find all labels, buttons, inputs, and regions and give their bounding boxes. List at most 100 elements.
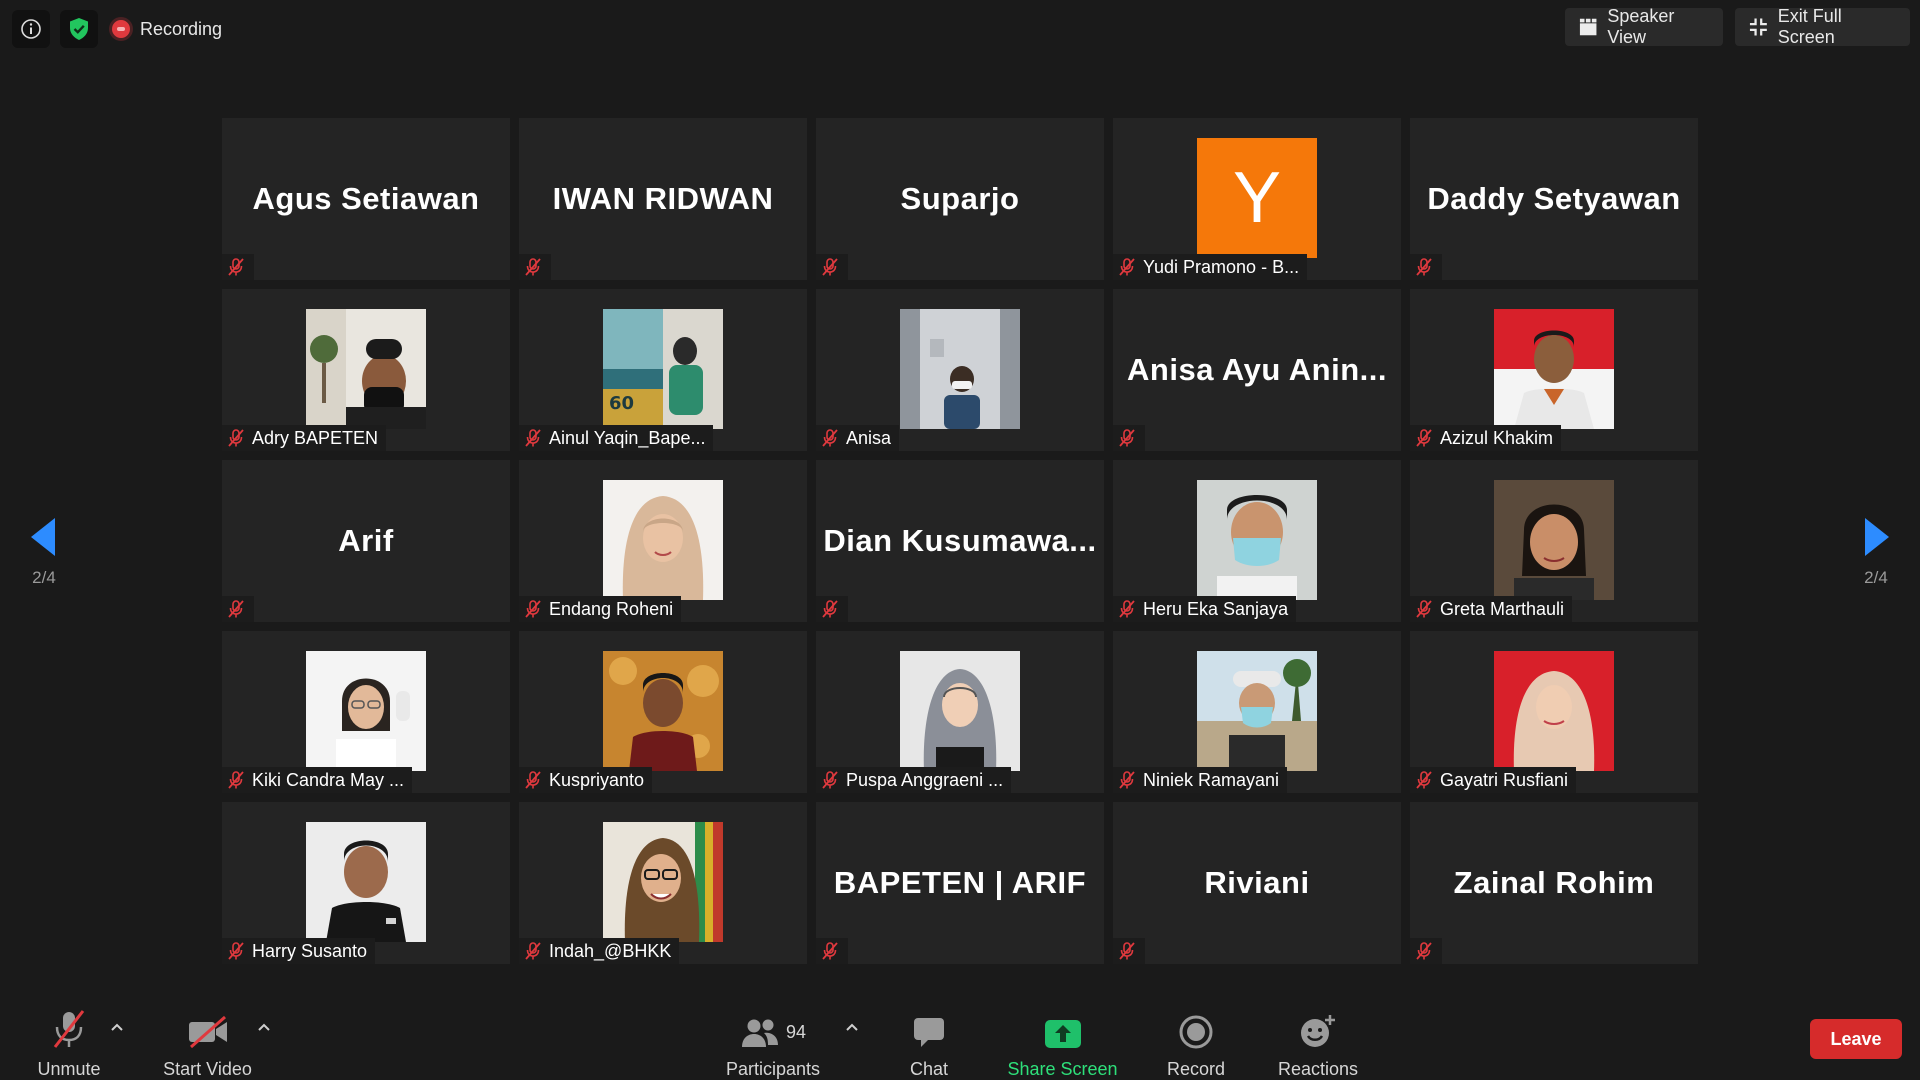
participant-tile[interactable]: Endang Roheni [519,460,807,622]
unmute-button[interactable]: Unmute [24,980,114,1080]
speaker-view-button[interactable]: Speaker View [1565,6,1723,47]
participant-tile[interactable]: Anisa Ayu Anin... [1113,289,1401,451]
muted-mic-icon [822,429,838,447]
participant-tile[interactable]: Indah_@BHKK [519,802,807,964]
microphone-muted-icon [53,1010,85,1048]
svg-text:60: 60 [609,393,634,414]
participant-label: Ainul Yaqin_Bape... [519,425,714,451]
speaker-view-icon [1579,18,1597,36]
participant-tile[interactable]: Agus Setiawan [222,118,510,280]
participant-tile[interactable]: Harry Susanto [222,802,510,964]
participant-tile[interactable]: Kuspriyanto [519,631,807,793]
participant-tile[interactable]: Heru Eka Sanjaya [1113,460,1401,622]
participant-photo [603,651,723,771]
participant-label-text: Niniek Ramayani [1143,769,1280,790]
participant-tile[interactable]: BAPETEN | ARIF [816,802,1104,964]
participant-name: Suparjo [900,181,1020,216]
participants-icon [741,1019,778,1047]
arrow-right-icon [1865,518,1889,556]
participant-tile[interactable]: Y Yudi Pramono - B... [1113,118,1401,280]
participant-tile[interactable]: Dian Kusumawa... [816,460,1104,622]
participant-label: Yudi Pramono - B... [1113,254,1308,280]
muted-mic-icon [1119,600,1135,618]
participant-tile[interactable]: Adry BAPETEN [222,289,510,451]
chat-button[interactable]: Chat [889,980,969,1080]
avatar: Y [1197,138,1317,258]
participant-photo [1494,651,1614,771]
gallery-grid: Agus Setiawan IWAN RIDWAN Suparjo Y Yudi… [222,118,1698,964]
reactions-smiley-icon [1301,1015,1335,1047]
arrow-left-icon [31,518,55,556]
participant-photo [1197,480,1317,600]
participant-tile[interactable]: Daddy Setyawan [1410,118,1698,280]
participant-label-text: Kuspriyanto [549,769,645,790]
video-options-chevron-up-icon[interactable] [255,1018,273,1036]
muted-mic-icon [1416,258,1432,276]
participant-name: Riviani [1204,865,1310,900]
record-button[interactable]: Record [1153,980,1239,1080]
participant-label-text: Greta Marthauli [1440,598,1565,619]
participant-photo [900,309,1020,429]
participant-tile[interactable]: Gayatri Rusfiani [1410,631,1698,793]
participants-options-chevron-up-icon[interactable] [843,1018,861,1036]
meeting-info-button[interactable] [12,10,50,48]
recording-dot-icon [112,20,130,38]
reactions-button[interactable]: Reactions [1268,980,1368,1080]
share-screen-button[interactable]: Share Screen [1005,980,1120,1080]
participant-label: Kiki Candra May ... [222,767,413,793]
start-video-button[interactable]: Start Video [155,980,260,1080]
participant-tile[interactable]: Greta Marthauli [1410,460,1698,622]
muted-mic-icon [822,942,838,960]
participant-name: Dian Kusumawa... [823,523,1097,558]
participant-photo [306,651,426,771]
leave-button[interactable]: Leave [1810,1019,1902,1059]
security-button[interactable] [60,10,98,48]
participant-label: Gayatri Rusfiani [1410,767,1577,793]
muted-mic-icon [228,771,244,789]
participant-photo: 60 [603,309,723,429]
participant-label [816,254,848,280]
participant-tile[interactable]: IWAN RIDWAN [519,118,807,280]
participant-label [1410,938,1442,964]
muted-mic-icon [525,771,541,789]
participant-label [1410,254,1442,280]
participant-label-text: Indah_@BHKK [549,940,672,961]
participant-label-text: Puspa Anggraeni ... [846,769,1004,790]
participant-tile[interactable]: Zainal Rohim [1410,802,1698,964]
participant-tile[interactable]: Riviani [1113,802,1401,964]
shield-check-icon [70,18,88,40]
participant-name: Anisa Ayu Anin... [1127,352,1387,387]
exit-full-screen-button[interactable]: Exit Full Screen [1735,6,1910,47]
muted-mic-icon [1416,942,1432,960]
participant-tile[interactable]: Suparjo [816,118,1104,280]
participants-button[interactable]: 94 Participants [718,980,828,1080]
participant-name: Agus Setiawan [252,181,480,216]
participant-tile[interactable]: Puspa Anggraeni ... [816,631,1104,793]
muted-mic-icon [1416,429,1432,447]
info-icon [21,19,41,39]
participant-label-text: Anisa [846,427,892,448]
participant-tile[interactable]: Kiki Candra May ... [222,631,510,793]
participant-label-text: Heru Eka Sanjaya [1143,598,1289,619]
participant-tile[interactable]: Arif [222,460,510,622]
record-label: Record [1166,1059,1226,1079]
next-page-control[interactable]: 2/4 [1846,516,1906,588]
participant-photo [1197,651,1317,771]
participant-label: Niniek Ramayani [1113,767,1288,793]
participant-photo [603,480,723,600]
previous-page-control[interactable]: 2/4 [14,516,74,588]
participant-photo [306,822,426,942]
audio-options-chevron-up-icon[interactable] [108,1018,126,1036]
muted-mic-icon [228,600,244,618]
participant-label: Azizul Khakim [1410,425,1562,451]
participant-tile[interactable]: Niniek Ramayani [1113,631,1401,793]
participant-tile[interactable]: Azizul Khakim [1410,289,1698,451]
participant-label [1113,938,1145,964]
recording-indicator[interactable]: Recording [112,14,222,44]
meeting-controls-toolbar: Unmute Start Video 94 Participants Chat … [0,980,1920,1080]
participant-tile[interactable]: Anisa [816,289,1104,451]
participants-label: Participants [725,1059,821,1079]
participant-tile[interactable]: 60 Ainul Yaqin_Bape... [519,289,807,451]
muted-mic-icon [1119,258,1135,276]
participant-name: Arif [338,523,394,558]
